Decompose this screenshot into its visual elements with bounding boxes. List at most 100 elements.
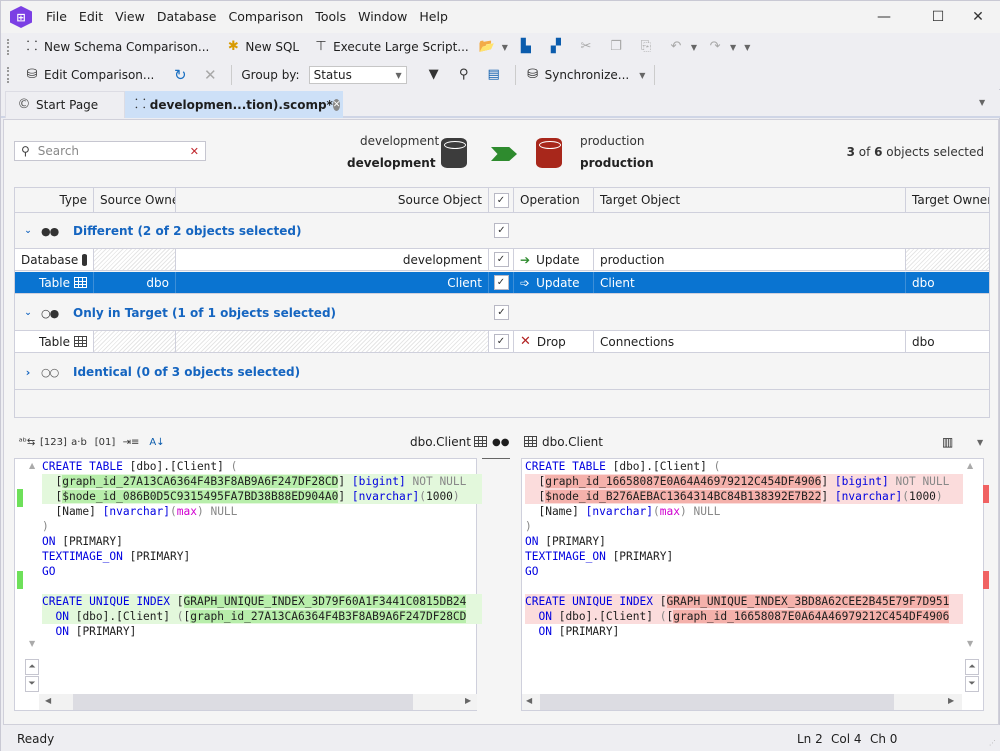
source-owner-cell: dbo (94, 272, 176, 293)
horizontal-scrollbar[interactable]: ◀ ▶ (522, 694, 962, 710)
column-header-type[interactable]: Type (15, 188, 94, 212)
menu-help[interactable]: Help (413, 1, 454, 33)
menu-window[interactable]: Window (352, 1, 413, 33)
table-row[interactable]: Database development ✓ ➔ Update productio… (15, 249, 989, 271)
scrollbar-thumb[interactable] (540, 694, 894, 710)
row-checkbox[interactable]: ✓ (493, 252, 509, 267)
code-line: CREATE UNIQUE INDEX [GRAPH_UNIQUE_INDEX_… (42, 594, 482, 609)
undo-button[interactable]: ↶ ▼ (663, 35, 702, 59)
indent-icon[interactable]: ⇥≡ (118, 437, 144, 448)
toolbar-grip[interactable] (7, 67, 11, 83)
table-row[interactable]: Table ✓ ✕ Drop Connections dbo (15, 331, 989, 353)
chevron-down-icon[interactable]: ⌄ (15, 226, 41, 236)
menu-view[interactable]: View (109, 1, 151, 33)
diff-marker[interactable] (983, 485, 989, 503)
redo-button[interactable]: ↷ ▼ ▼ (702, 35, 755, 59)
binary-icon[interactable]: [01] (92, 437, 118, 448)
group-row-only-in-target[interactable]: ⌄ ○● Only in Target (1 of 1 objects sele… (15, 295, 989, 331)
scroll-left-icon[interactable]: ◀ (45, 696, 51, 705)
layout-toggle-icon[interactable]: ▥ (942, 435, 953, 449)
column-header-target-owner[interactable]: Target Owner (906, 188, 989, 212)
group-checkbox[interactable]: ✓ (494, 305, 509, 320)
column-header-source-owner[interactable]: Source Owner (94, 188, 176, 212)
new-schema-comparison-button[interactable]: ⸬ New Schema Comparison... (19, 35, 214, 59)
cancel-button[interactable]: ✕ (197, 63, 227, 87)
scroll-left-icon[interactable]: ◀ (526, 696, 532, 705)
save-all-button[interactable]: ▞ (543, 35, 573, 59)
menu-comparison[interactable]: Comparison (222, 1, 309, 33)
save-button[interactable]: ▙ (513, 35, 543, 59)
scroll-up-icon[interactable]: ▲ (29, 461, 35, 470)
diff-marker[interactable] (983, 571, 989, 589)
source-object-cell: Client (176, 272, 489, 293)
row-checkbox[interactable]: ✓ (493, 334, 509, 349)
menu-database[interactable]: Database (151, 1, 223, 33)
chevron-down-icon[interactable]: ▼ (977, 438, 983, 447)
status-char: Ch 0 (870, 731, 898, 746)
menu-edit[interactable]: Edit (73, 1, 109, 33)
synchronize-button[interactable]: ⛁ Synchronize... ▼ (520, 63, 651, 87)
scrollbar-thumb[interactable] (73, 694, 413, 710)
scroll-right-icon[interactable]: ▶ (465, 696, 471, 705)
group-checkbox[interactable]: ✓ (494, 223, 509, 238)
column-header-operation[interactable]: Operation (514, 188, 594, 212)
toolbar-grip[interactable] (7, 39, 11, 55)
tab-start-page[interactable]: © Start Page (5, 91, 125, 118)
prev-difference-button[interactable]: ⏶ (965, 659, 979, 675)
menu-tools[interactable]: Tools (309, 1, 352, 33)
column-header-target-object[interactable]: Target Object (594, 188, 906, 212)
numbers-icon[interactable]: [123] (40, 437, 67, 448)
scroll-down-icon[interactable]: ▼ (29, 639, 35, 648)
execute-large-script-label: Execute Large Script... (333, 40, 469, 54)
report-button[interactable]: ▤ (481, 63, 511, 87)
copy-button[interactable]: ❐ (603, 35, 633, 59)
new-sql-button[interactable]: ✱ New SQL (220, 35, 304, 59)
paste-button[interactable]: ⎘ (633, 35, 663, 59)
table-row-selected[interactable]: Table dbo Client ✓ ➩ Update Client dbo (15, 272, 989, 294)
diff-marker[interactable] (17, 571, 23, 589)
report-icon: ▤ (487, 67, 500, 82)
close-button[interactable]: ✕ (955, 1, 1000, 33)
group-row-identical[interactable]: › ○○ Identical (0 of 3 objects selected) (15, 354, 989, 390)
chevron-down-icon[interactable]: ⌄ (15, 308, 41, 318)
minimize-button[interactable]: — (861, 1, 907, 33)
target-script-pane[interactable]: CREATE TABLE [dbo].[Client] ( [graph_id_… (521, 458, 989, 711)
find-button[interactable]: ⚲ (451, 63, 481, 87)
column-header-source-object[interactable]: Source Object (176, 188, 489, 212)
open-file-button[interactable]: 📂 ▼ (474, 35, 513, 59)
schema-compare-icon: ⸬ (26, 39, 38, 54)
column-header-select-all[interactable]: ✓ (489, 188, 514, 212)
cut-button[interactable]: ✂ (573, 35, 603, 59)
prev-difference-button[interactable]: ⏶ (25, 659, 39, 675)
filter-button[interactable]: ▼ (421, 63, 451, 87)
whitespace-icon[interactable]: a·b (66, 437, 92, 448)
source-script-pane[interactable]: ▲ CREATE TABLE [dbo].[Client] ( [graph_i… (14, 458, 510, 711)
ignore-case-icon[interactable]: ᵃᵇ⇆ (14, 437, 40, 448)
sort-az-icon[interactable]: A↓ (144, 437, 170, 448)
scroll-up-icon[interactable]: ▲ (967, 461, 973, 470)
horizontal-scrollbar[interactable]: ◀ ▶ (39, 694, 477, 710)
sync-scroll-icon[interactable]: ●● (492, 437, 509, 448)
refresh-button[interactable]: ↻ (167, 63, 197, 87)
group-row-different[interactable]: ⌄ ●● Different (2 of 2 objects selected)… (15, 213, 989, 249)
new-sql-icon: ✱ (227, 39, 239, 54)
execute-large-script-button[interactable]: ⊤ Execute Large Script... (308, 35, 474, 59)
comparison-document: ⚲ Search ✕ development development produ… (3, 119, 999, 725)
next-difference-button[interactable]: ⏷ (965, 676, 979, 692)
select-all-checkbox[interactable]: ✓ (493, 192, 509, 208)
row-checkbox[interactable]: ✓ (493, 275, 509, 290)
diff-marker[interactable] (17, 489, 23, 507)
clear-search-icon[interactable]: ✕ (190, 145, 199, 158)
search-input[interactable]: ⚲ Search ✕ (14, 141, 206, 161)
chevron-right-icon[interactable]: › (15, 366, 41, 379)
tab-list-dropdown-icon[interactable]: ▼ (979, 98, 985, 107)
close-tab-icon[interactable]: ✕ (332, 98, 341, 111)
scroll-down-icon[interactable]: ▼ (967, 639, 973, 648)
next-difference-button[interactable]: ⏷ (25, 676, 39, 692)
scroll-right-icon[interactable]: ▶ (948, 696, 954, 705)
edit-comparison-button[interactable]: ⛁ Edit Comparison... (19, 63, 159, 87)
group-by-select[interactable]: Status ▼ (308, 66, 407, 84)
menu-file[interactable]: File (40, 1, 73, 33)
tab-comparison[interactable]: ⸬ developmen...tion).scomp* ✕ (125, 91, 343, 118)
resize-grip-icon[interactable]: ⋰ (989, 739, 996, 747)
